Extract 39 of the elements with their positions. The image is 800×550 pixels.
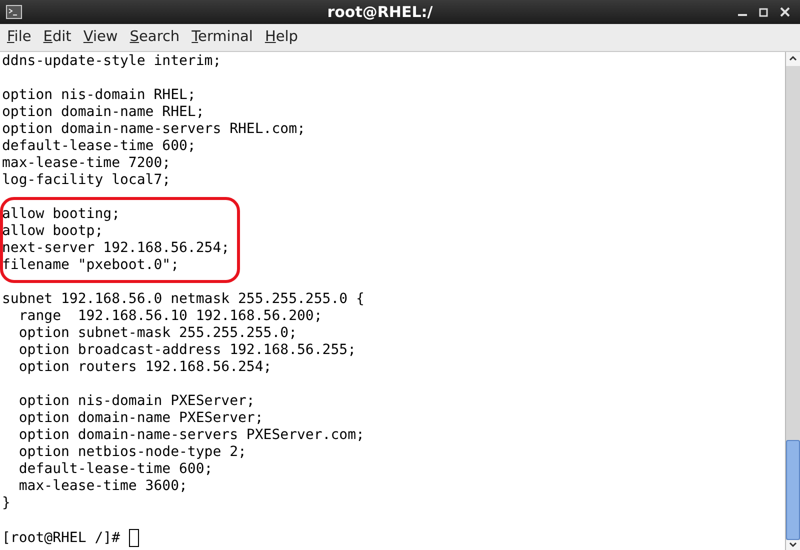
- menu-item[interactable]: File: [2, 26, 36, 48]
- menu-item[interactable]: Help: [260, 26, 303, 48]
- text-cursor: [129, 529, 140, 547]
- code-line: }: [2, 495, 10, 512]
- code-line: default-lease-time 600;: [18, 461, 213, 478]
- close-icon[interactable]: [780, 7, 790, 17]
- code-line: max-lease-time 7200;: [2, 155, 171, 172]
- terminal-icon: [6, 5, 22, 19]
- code-line: ddns-update-style interim;: [2, 53, 222, 70]
- maximize-icon[interactable]: [759, 8, 768, 16]
- code-line: subnet 192.168.56.0 netmask 255.255.255.0 {: [2, 291, 364, 308]
- code-line: log-facility local7;: [2, 172, 171, 189]
- code-line: option subnet-mask 255.255.255.0;: [18, 325, 298, 342]
- scroll-down-icon[interactable]: [786, 540, 800, 550]
- code-line: option broadcast-address 192.168.56.255;: [18, 342, 356, 359]
- code-line: allow bootp;: [2, 223, 104, 240]
- scrollbar[interactable]: [785, 52, 800, 550]
- code-line: option domain-name-servers RHEL.com;: [2, 121, 306, 138]
- code-line: filename "pxeboot.0";: [2, 257, 180, 274]
- code-line: option netbios-node-type 2;: [18, 444, 246, 461]
- menu-item[interactable]: Search: [124, 26, 185, 48]
- code-line: next-server 192.168.56.254;: [2, 240, 230, 257]
- code-line: allow booting;: [2, 206, 120, 223]
- code-line: option domain-name PXEServer;: [18, 410, 264, 427]
- menu-item[interactable]: View: [78, 26, 123, 48]
- code-line: option routers 192.168.56.254;: [18, 359, 272, 376]
- menu-item[interactable]: Terminal: [186, 26, 258, 48]
- code-line: range 192.168.56.10 192.168.56.200;: [18, 308, 322, 325]
- shell-prompt: [root@RHEL /]#: [2, 530, 120, 546]
- code-line: max-lease-time 3600;: [18, 478, 188, 495]
- code-line: option domain-name-servers PXEServer.com;: [18, 427, 364, 444]
- code-line: option nis-domain RHEL;: [2, 87, 196, 104]
- menu-item[interactable]: Edit: [38, 26, 76, 48]
- window-title: root@RHEL:/: [327, 2, 433, 23]
- scroll-up-icon[interactable]: [786, 52, 800, 66]
- code-line: option nis-domain PXEServer;: [18, 393, 255, 410]
- code-line: option domain-name RHEL;: [2, 104, 204, 121]
- code-line: default-lease-time 600;: [2, 138, 196, 155]
- scroll-thumb[interactable]: [786, 440, 800, 540]
